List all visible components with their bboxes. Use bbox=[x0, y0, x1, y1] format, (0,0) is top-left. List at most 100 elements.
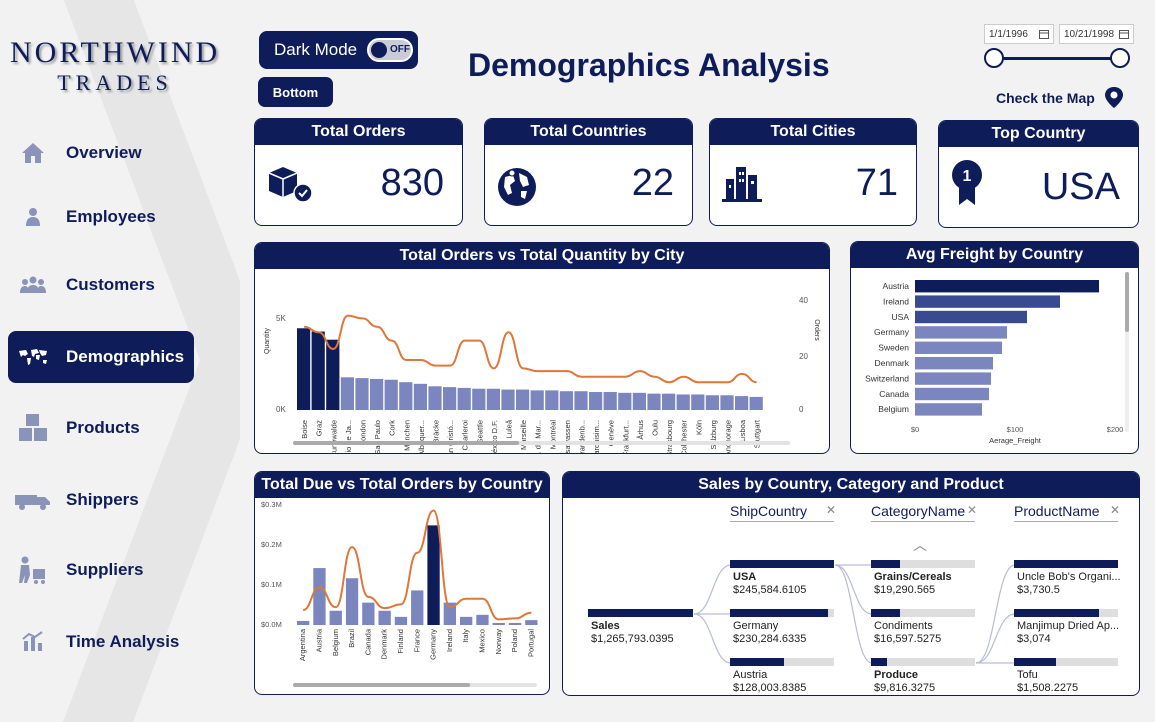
dark-mode-button[interactable]: Dark Mode OFF bbox=[259, 31, 418, 69]
bar bbox=[340, 377, 354, 410]
sankey-node-bar[interactable] bbox=[871, 658, 975, 666]
date-to-input[interactable]: 10/21/1998 bbox=[1059, 24, 1134, 44]
sankey-node-label: Austria $128,003.8385 bbox=[733, 669, 806, 695]
sankey-node-bar[interactable] bbox=[871, 560, 975, 568]
bar bbox=[735, 396, 749, 410]
chevron-up-icon[interactable]: ︿ bbox=[913, 535, 927, 555]
y-tick: Ireland bbox=[883, 296, 909, 306]
sankey-node-bar[interactable] bbox=[1014, 658, 1118, 666]
header-ship-country[interactable]: ShipCountry ✕ bbox=[730, 503, 836, 522]
package-check-icon bbox=[265, 163, 317, 210]
header-label: CategoryName bbox=[871, 503, 966, 519]
bar bbox=[525, 620, 538, 625]
sankey-bar-fill bbox=[1014, 609, 1100, 617]
sankey-node-bar[interactable] bbox=[1014, 609, 1118, 617]
close-icon[interactable]: ✕ bbox=[967, 503, 977, 517]
nav-products[interactable]: Products bbox=[8, 402, 194, 454]
bar bbox=[329, 610, 342, 625]
x-tick: Portugal bbox=[526, 629, 535, 657]
nav-employees[interactable]: Employees bbox=[8, 191, 194, 243]
y-tick: Sweden bbox=[878, 343, 909, 353]
sankey-bar-fill bbox=[730, 658, 785, 666]
orders-line bbox=[304, 314, 757, 384]
chart-title: Avg Freight by Country bbox=[851, 242, 1138, 268]
x-tick: Köln bbox=[694, 420, 703, 435]
sidebar: NORTHWIND TRADES Overview Employees Cust… bbox=[0, 0, 240, 722]
bar bbox=[370, 378, 384, 410]
sankey-node-bar[interactable] bbox=[730, 560, 834, 568]
node-value: $3,074 bbox=[1017, 633, 1051, 645]
sankey-link bbox=[834, 564, 873, 615]
truck-icon bbox=[12, 486, 54, 514]
y2-axis-label: Orders bbox=[813, 319, 820, 341]
sankey-node-bar[interactable] bbox=[730, 658, 834, 666]
close-icon[interactable]: ✕ bbox=[826, 503, 836, 517]
chart-orders-quantity-city: Total Orders vs Total Quantity by City Q… bbox=[254, 242, 830, 454]
kpi-total-cities: Total Cities 71 bbox=[709, 118, 917, 226]
supplier-icon bbox=[12, 556, 54, 584]
nav-suppliers[interactable]: Suppliers bbox=[8, 544, 194, 596]
x-tick: Denmark bbox=[380, 629, 389, 660]
x-tick: México D.F. bbox=[490, 420, 499, 454]
sankey-bar-fill bbox=[730, 560, 834, 568]
x-tick: Bräcke bbox=[432, 420, 441, 443]
date-range-slider[interactable] bbox=[994, 57, 1120, 60]
y-tick: Austria bbox=[883, 281, 910, 291]
sankey-node-bar[interactable] bbox=[871, 609, 975, 617]
bar bbox=[915, 280, 1099, 293]
award-badge-icon: 1 bbox=[949, 159, 985, 212]
y-tick: $0.0M bbox=[261, 620, 282, 629]
scrollbar-thumb bbox=[1125, 272, 1129, 332]
x-tick: Luleå bbox=[505, 419, 514, 438]
header-category-name[interactable]: CategoryName ✕ bbox=[871, 503, 977, 522]
bar bbox=[428, 386, 442, 410]
bar bbox=[413, 383, 427, 410]
sankey-node-bar[interactable] bbox=[730, 609, 834, 617]
check-map-link[interactable]: Check the Map bbox=[996, 86, 1125, 110]
date-from-value: 1/1/1996 bbox=[989, 28, 1028, 40]
x-tick: $0 bbox=[911, 425, 919, 434]
sankey-bar-fill bbox=[871, 658, 887, 666]
nav-customers[interactable]: Customers bbox=[8, 259, 194, 311]
y2-tick: 40 bbox=[799, 296, 808, 305]
y2-tick: 0 bbox=[799, 405, 804, 414]
map-link-label: Check the Map bbox=[996, 90, 1095, 106]
bar bbox=[915, 357, 993, 370]
close-icon[interactable]: ✕ bbox=[1110, 503, 1120, 517]
nav-demographics[interactable]: Demographics bbox=[8, 331, 194, 383]
nav-label: Time Analysis bbox=[66, 632, 180, 651]
slider-start-handle[interactable] bbox=[984, 48, 1004, 68]
nav-shippers[interactable]: Shippers bbox=[8, 474, 194, 526]
nav-overview[interactable]: Overview bbox=[8, 127, 194, 179]
node-value: $1,508.2275 bbox=[1017, 682, 1079, 694]
sankey-node-bar[interactable] bbox=[1014, 560, 1118, 568]
x-tick: Norway bbox=[494, 629, 503, 655]
nav-time-analysis[interactable]: Time Analysis bbox=[8, 616, 194, 668]
kpi-value: 22 bbox=[631, 162, 674, 204]
bar bbox=[915, 372, 991, 385]
sankey-bar-fill bbox=[1014, 658, 1056, 666]
boxes-icon bbox=[12, 414, 54, 442]
nav-label: Employees bbox=[66, 207, 156, 226]
sankey-root-bar[interactable] bbox=[588, 609, 693, 617]
kpi-label: Total Orders bbox=[255, 119, 462, 145]
node-value: $16,597.5275 bbox=[874, 633, 942, 645]
x-tick: Tsawassen bbox=[563, 420, 572, 454]
x-tick: Colchester bbox=[680, 420, 689, 454]
bar bbox=[378, 610, 391, 625]
bar bbox=[508, 622, 522, 625]
header-product-name[interactable]: ProductName ✕ bbox=[1014, 503, 1120, 522]
kpi-label: Total Countries bbox=[485, 119, 692, 145]
logo-line2: TRADES bbox=[57, 70, 173, 95]
bar bbox=[574, 391, 588, 410]
bar bbox=[501, 389, 515, 410]
bottom-button[interactable]: Bottom bbox=[258, 77, 333, 107]
bar bbox=[297, 328, 311, 410]
toggle-state: OFF bbox=[390, 44, 410, 55]
calendar-icon bbox=[1039, 30, 1049, 39]
dark-mode-toggle[interactable]: OFF bbox=[367, 38, 413, 62]
slider-end-handle[interactable] bbox=[1110, 48, 1130, 68]
kpi-value: 830 bbox=[380, 162, 444, 204]
x-tick: Belgium bbox=[331, 629, 340, 656]
date-from-input[interactable]: 1/1/1996 bbox=[984, 24, 1054, 44]
